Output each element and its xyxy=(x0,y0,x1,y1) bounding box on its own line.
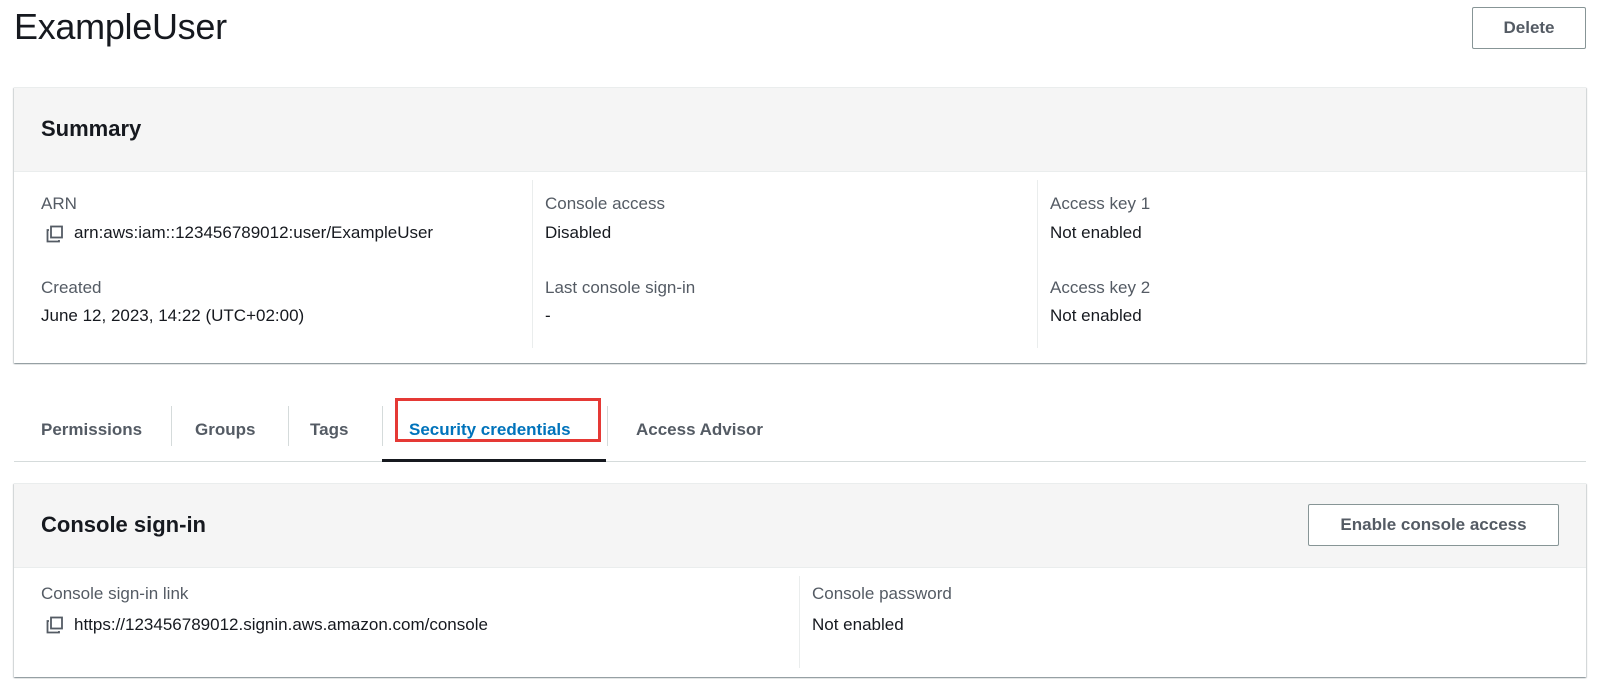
highlight-box xyxy=(395,398,601,442)
console-password-value: Not enabled xyxy=(812,615,904,634)
access-key2-label: Access key 2 xyxy=(1050,278,1151,297)
arn-label: ARN xyxy=(41,194,77,213)
access-key2-value: Not enabled xyxy=(1050,306,1142,325)
enable-console-access-button[interactable]: Enable console access xyxy=(1308,504,1559,546)
summary-header: Summary xyxy=(14,88,1586,172)
summary-column-identity: ARN arn:aws:iam::123456789012:user/Examp… xyxy=(14,172,532,362)
tab-permissions[interactable]: Permissions xyxy=(41,398,142,462)
signin-link-value[interactable]: https://123456789012.signin.aws.amazon.c… xyxy=(74,615,488,635)
tab-separator xyxy=(171,406,172,446)
summary-column-keys: Access key 1 Not enabled Access key 2 No… xyxy=(1037,172,1586,362)
console-signin-title: Console sign-in xyxy=(41,512,206,537)
summary-column-console: Console access Disabled Last console sig… xyxy=(532,172,1037,362)
tab-separator xyxy=(382,406,383,446)
copy-icon[interactable] xyxy=(46,225,64,243)
console-password-column: Console password Not enabled xyxy=(799,568,1586,678)
access-key1-value: Not enabled xyxy=(1050,223,1142,242)
console-access-label: Console access xyxy=(545,194,666,213)
copy-icon[interactable] xyxy=(46,616,64,634)
created-value: June 12, 2023, 14:22 (UTC+02:00) xyxy=(41,306,305,325)
tab-bar: Permissions Groups Tags Security credent… xyxy=(14,398,1586,462)
arn-value: arn:aws:iam::123456789012:user/ExampleUs… xyxy=(74,223,434,242)
tab-tags[interactable]: Tags xyxy=(310,398,348,462)
tab-separator xyxy=(288,406,289,446)
access-key1-label: Access key 1 xyxy=(1050,194,1151,213)
delete-button[interactable]: Delete xyxy=(1472,7,1586,49)
console-link-column: Console sign-in link https://12345678901… xyxy=(14,568,799,678)
page-title: ExampleUser xyxy=(14,6,227,47)
active-tab-underline xyxy=(382,459,606,462)
console-password-label: Console password xyxy=(812,584,952,603)
summary-title: Summary xyxy=(41,116,142,141)
tab-separator xyxy=(607,406,608,446)
tab-access-advisor[interactable]: Access Advisor xyxy=(636,398,763,462)
console-access-value: Disabled xyxy=(545,223,612,242)
tab-groups[interactable]: Groups xyxy=(195,398,255,462)
created-label: Created xyxy=(41,278,102,297)
last-signin-label: Last console sign-in xyxy=(545,278,696,297)
signin-link-label: Console sign-in link xyxy=(41,584,189,603)
summary-panel: Summary ARN arn:aws:iam::123456789012:us… xyxy=(14,87,1586,363)
last-signin-value: - xyxy=(545,306,551,325)
